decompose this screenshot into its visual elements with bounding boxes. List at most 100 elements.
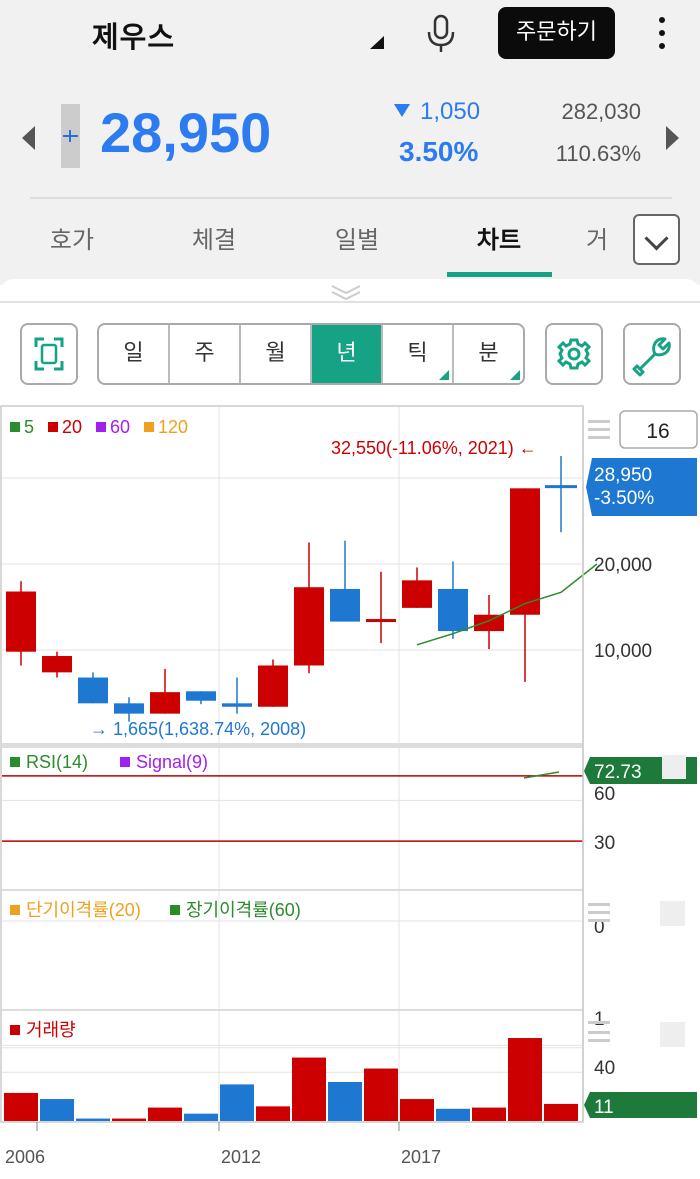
rsi-legend-label: Signal(9) xyxy=(136,752,208,772)
tools-button[interactable] xyxy=(623,323,681,385)
period-year[interactable]: 년 xyxy=(312,325,383,383)
rsi-legend-swatch xyxy=(120,757,130,767)
legend-swatch xyxy=(96,422,106,432)
price-tick-label: 10,000 xyxy=(594,641,652,662)
volume: 282,030 xyxy=(561,99,641,124)
mini-candle-icon xyxy=(61,104,80,168)
disp-legend-label: 장기이격률(60) xyxy=(186,900,301,920)
mic-icon[interactable] xyxy=(424,14,458,54)
max-price-label: 32,550(-11.06%, 2021) ← xyxy=(331,438,537,458)
period-selector: 일 주 월 년 틱 분 xyxy=(97,323,525,385)
stock-name[interactable]: 제우스 xyxy=(92,14,175,56)
volume-bar xyxy=(4,1092,38,1121)
rsi-legend-label: RSI(14) xyxy=(26,752,88,772)
settings-button[interactable] xyxy=(545,323,603,385)
candle-body xyxy=(402,580,432,608)
volume-bar xyxy=(40,1099,74,1121)
pane-separator xyxy=(2,743,583,748)
fullscreen-button[interactable] xyxy=(20,323,78,385)
pane-menu-icon xyxy=(588,1021,610,1024)
chart-frame xyxy=(0,405,584,1123)
rsi-legend-swatch xyxy=(10,757,20,767)
candle-body xyxy=(222,703,252,707)
price-change-value: 1,050 xyxy=(420,98,481,125)
candle-body xyxy=(258,665,288,707)
prev-stock-icon[interactable] xyxy=(22,126,35,150)
volume-bar xyxy=(508,1038,542,1121)
period-month[interactable]: 월 xyxy=(241,325,312,383)
volume-bar xyxy=(76,1118,110,1121)
last-price-change: -3.50% xyxy=(594,488,654,509)
gear-icon xyxy=(556,338,592,370)
pane-menu-icon xyxy=(588,903,610,906)
volume-bar xyxy=(112,1118,146,1121)
tab-more-partial[interactable]: 거 xyxy=(586,220,636,255)
candle-body xyxy=(42,656,72,673)
candle-body xyxy=(114,703,144,714)
candle-body xyxy=(150,692,180,714)
current-price: 28,950 xyxy=(100,101,272,164)
tab-trades[interactable]: 체결 xyxy=(159,220,269,255)
candle-body xyxy=(186,691,216,701)
period-day[interactable]: 일 xyxy=(99,325,170,383)
period-minute[interactable]: 분 xyxy=(454,325,523,383)
collapse-handle-icon[interactable] xyxy=(330,283,362,301)
wrench-icon xyxy=(632,337,671,377)
last-price-value: 28,950 xyxy=(594,465,652,486)
legend-swatch xyxy=(48,422,58,432)
chart-area[interactable]: 5 20 60 120 32,550(-11.06%, 2021) ← → 1,665(1… xyxy=(0,405,700,1179)
pane-menu-icon xyxy=(588,919,610,922)
price-change: 1,050 xyxy=(394,98,480,126)
close-icon xyxy=(662,755,686,779)
dropdown-icon[interactable] xyxy=(370,36,384,49)
rsi-line xyxy=(523,771,560,779)
volume-bar xyxy=(184,1113,218,1121)
candle-body xyxy=(78,677,108,704)
next-stock-icon[interactable] xyxy=(666,126,679,150)
legend-label: 20 xyxy=(62,417,82,437)
rsi-tick-label: 60 xyxy=(594,784,615,805)
vol-legend-swatch xyxy=(10,1025,20,1035)
vol-tick-label: 40 xyxy=(594,1058,615,1079)
more-icon[interactable] xyxy=(652,14,672,54)
x-tick-label: 2017 xyxy=(401,1147,441,1167)
order-button[interactable]: 주문하기 xyxy=(498,7,615,59)
down-triangle-icon xyxy=(394,104,410,117)
volume-bar xyxy=(544,1103,578,1121)
legend-swatch xyxy=(144,422,154,432)
price-tick-label: 20,000 xyxy=(594,555,652,576)
volume-bar xyxy=(292,1057,326,1121)
vol-tick-label: 1 xyxy=(594,1009,605,1030)
count-box-label: 16 xyxy=(646,420,669,443)
candle-body xyxy=(294,587,324,666)
close-icon xyxy=(660,901,685,926)
pane-separator xyxy=(2,889,583,891)
tab-chart[interactable]: 차트 xyxy=(444,220,554,255)
candle-body xyxy=(366,619,396,623)
candle-body xyxy=(6,591,36,652)
tab-hoga[interactable]: 호가 xyxy=(17,220,127,255)
candle-body xyxy=(474,614,504,632)
x-tick-label: 2012 xyxy=(221,1147,261,1167)
close-icon xyxy=(660,1022,685,1047)
period-week[interactable]: 주 xyxy=(170,325,241,383)
disp-legend-swatch xyxy=(170,905,180,915)
volume-bar xyxy=(400,1099,434,1121)
tab-expand-button[interactable] xyxy=(633,214,680,265)
divider xyxy=(30,197,672,199)
active-tab-indicator xyxy=(447,272,552,277)
vol-legend-label: 거래량 xyxy=(26,1020,76,1040)
volume-bar xyxy=(220,1084,254,1121)
pane-menu-icon xyxy=(588,1039,610,1042)
legend-label: 120 xyxy=(158,417,188,437)
volume-bar xyxy=(364,1068,398,1121)
pane-menu-icon xyxy=(588,436,610,439)
legend-label: 5 xyxy=(24,417,34,437)
tab-daily[interactable]: 일별 xyxy=(302,220,412,255)
volume-bar xyxy=(256,1106,290,1121)
period-tick[interactable]: 틱 xyxy=(383,325,454,383)
volume-bar xyxy=(472,1107,506,1121)
divider xyxy=(0,301,700,303)
vol-value: 11 xyxy=(594,1097,614,1118)
disp-legend-swatch xyxy=(10,905,20,915)
